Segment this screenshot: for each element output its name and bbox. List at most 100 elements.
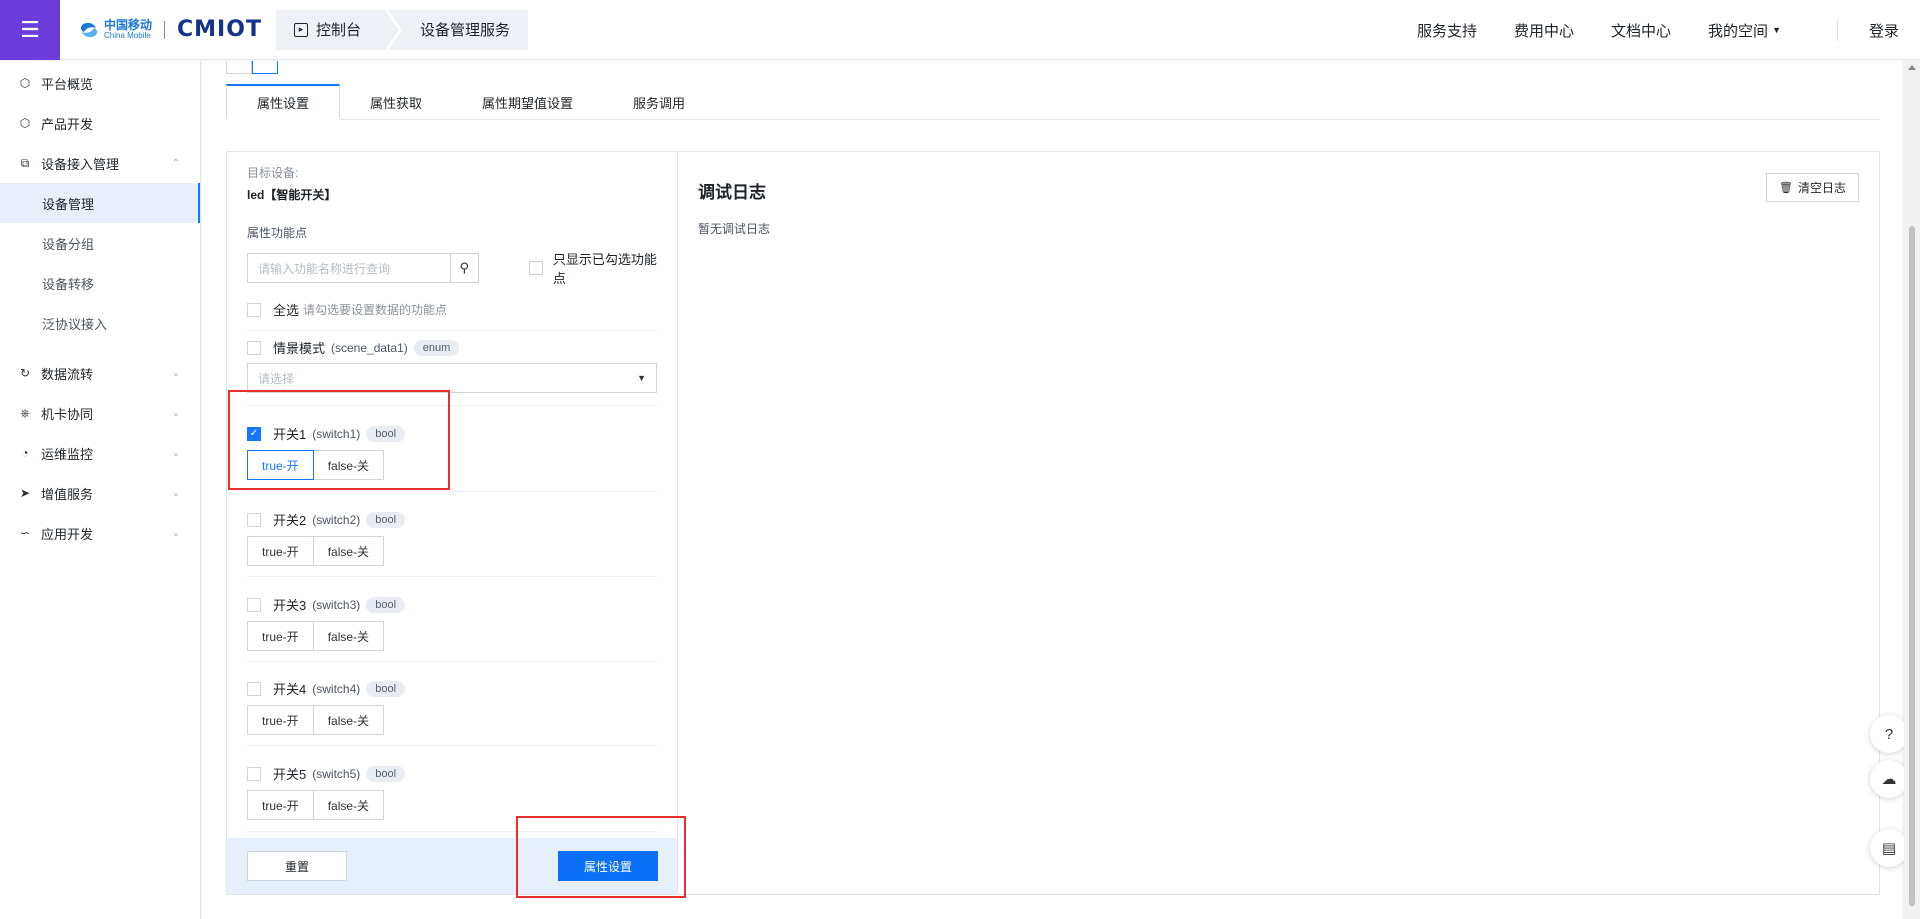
- sidebar-sub-device-group[interactable]: 设备分组: [0, 223, 200, 263]
- sidebar-item-label: 数据流转: [41, 366, 94, 382]
- device-access-icon: ⧉: [20, 155, 30, 170]
- console-icon: ▸: [293, 22, 308, 37]
- chevron-down-icon: ⌄: [171, 367, 180, 379]
- sidebar-item-device-access[interactable]: ⧉ 设备接入管理 ⌃: [0, 143, 200, 183]
- sidebar-item-app-dev[interactable]: ∽ 应用开发 ⌄: [0, 513, 200, 553]
- caret-down-icon: ▼: [1772, 25, 1781, 35]
- cloud-upload-icon[interactable]: ☁: [1870, 760, 1908, 798]
- sidebar-item-ops-monitor[interactable]: ◔ 运维监控 ⌄: [0, 433, 200, 473]
- bool-toggle-group: true-开 false-关: [247, 450, 657, 480]
- main-content: 属性设置 属性获取 属性期望值设置 服务调用 目标设备: led【智能开关】 属…: [202, 61, 1902, 919]
- property-set-panel: 目标设备: led【智能开关】 属性功能点 请输入功能名称进行查询 ⚲ 只显示已…: [226, 151, 678, 895]
- nav-docs[interactable]: 文档中心: [1611, 20, 1671, 41]
- property-list[interactable]: 目标设备: led【智能开关】 属性功能点 请输入功能名称进行查询 ⚲ 只显示已…: [227, 152, 677, 836]
- sidebar-item-data-flow[interactable]: ↻ 数据流转 ⌄: [0, 353, 200, 393]
- false-option-button[interactable]: false-关: [313, 621, 385, 651]
- property-checkbox[interactable]: [247, 340, 261, 355]
- property-item: 开关4 (switch4) bool true-开 false-关: [247, 662, 657, 746]
- breadcrumb-current[interactable]: 设备管理服务: [387, 9, 528, 50]
- tab-property-set[interactable]: 属性设置: [226, 84, 341, 120]
- login-link[interactable]: 登录: [1869, 20, 1899, 41]
- nav-my-space[interactable]: 我的空间 ▼: [1708, 20, 1781, 41]
- false-option-button[interactable]: false-关: [313, 536, 385, 566]
- tab-property-get[interactable]: 属性获取: [340, 84, 452, 120]
- sidebar-item-label: 设备接入管理: [41, 156, 120, 172]
- chevron-down-icon: ⌄: [171, 527, 180, 539]
- scroll-up-arrow[interactable]: [1908, 65, 1916, 70]
- select-all-row: 全选 请勾选要设置数据的功能点: [247, 287, 657, 331]
- log-empty-text: 暂无调试日志: [698, 222, 771, 236]
- true-option-button[interactable]: true-开: [247, 621, 314, 651]
- property-id: (switch2): [312, 512, 361, 527]
- sidebar-sub-device-transfer[interactable]: 设备转移: [0, 263, 200, 303]
- false-option-button[interactable]: false-关: [313, 450, 385, 480]
- select-all-checkbox[interactable]: [247, 302, 261, 317]
- property-checkbox[interactable]: [247, 681, 261, 696]
- reset-button[interactable]: 重置: [247, 851, 347, 881]
- debug-log-panel: 调试日志 🗑 清空日志 暂无调试日志: [677, 151, 1880, 895]
- property-type-tag: bool: [366, 425, 406, 442]
- true-option-button[interactable]: true-开: [247, 450, 314, 480]
- sidebar-sub-generic-protocol[interactable]: 泛协议接入: [0, 303, 200, 343]
- check-icon[interactable]: ✓: [247, 426, 261, 441]
- sidebar-item-overview[interactable]: ⬡ 平台概览: [0, 63, 200, 103]
- false-option-button[interactable]: false-关: [313, 705, 385, 735]
- clear-log-button[interactable]: 🗑 清空日志: [1766, 173, 1859, 202]
- sidebar-sub-device-management[interactable]: 设备管理: [0, 183, 200, 223]
- func-search-input[interactable]: 请输入功能名称进行查询: [247, 253, 450, 283]
- breadcrumb-console[interactable]: ▸ 控制台: [275, 9, 402, 50]
- scrolled-subtab-1[interactable]: [226, 61, 252, 74]
- property-type-tag: bool: [366, 596, 406, 613]
- property-name: 开关3: [273, 598, 307, 613]
- show-checked-checkbox[interactable]: [528, 261, 543, 275]
- clear-log-label: 清空日志: [1797, 181, 1846, 195]
- bool-toggle-group: true-开 false-关: [247, 621, 657, 651]
- property-id: (switch5): [312, 766, 361, 781]
- nav-billing[interactable]: 费用中心: [1514, 20, 1574, 41]
- search-icon[interactable]: ⚲: [449, 253, 479, 283]
- chevron-down-icon: ⌄: [171, 407, 180, 419]
- false-option-button[interactable]: false-关: [313, 790, 385, 820]
- overview-icon: ⬡: [19, 76, 31, 90]
- property-id: (switch1): [312, 426, 361, 441]
- nav-support[interactable]: 服务支持: [1417, 20, 1477, 41]
- china-mobile-logo: 中国移动 China Mobile: [78, 19, 152, 41]
- sidebar-item-label: 增值服务: [41, 486, 94, 502]
- select-placeholder: 请选择: [258, 371, 295, 386]
- help-icon[interactable]: ?: [1870, 715, 1908, 753]
- scrollbar-thumb[interactable]: [1909, 226, 1915, 906]
- property-checkbox[interactable]: [247, 766, 261, 781]
- tab-service-call[interactable]: 服务调用: [603, 84, 715, 120]
- breadcrumb: ▸ 控制台 设备管理服务: [275, 9, 528, 50]
- property-id: (switch3): [312, 597, 361, 612]
- sidebar-item-value-added[interactable]: ➤ 增值服务 ⌄: [0, 473, 200, 513]
- property-set-button[interactable]: 属性设置: [558, 851, 658, 881]
- property-item: ✓ 开关1 (switch1) bool true-开 false-关: [247, 406, 657, 492]
- show-checked-toggle[interactable]: 只显示已勾选功能点: [528, 249, 657, 287]
- tab-property-desired[interactable]: 属性期望值设置: [452, 84, 603, 120]
- property-item: 情景模式 (scene_data1) enum 请选择 ▼: [247, 331, 657, 406]
- property-checkbox[interactable]: [247, 597, 261, 612]
- cmiot-logo: CMIOT: [177, 17, 262, 42]
- bool-toggle-group: true-开 false-关: [247, 536, 657, 566]
- scene-mode-select[interactable]: 请选择 ▼: [247, 363, 657, 393]
- true-option-button[interactable]: true-开: [247, 705, 314, 735]
- menu-icon[interactable]: ☰: [0, 0, 60, 60]
- sidebar-item-card-coop[interactable]: ⎈ 机卡协同 ⌄: [0, 393, 200, 433]
- property-name: 开关2: [273, 513, 307, 528]
- caret-down-icon: ▼: [637, 373, 646, 383]
- property-name: 开关1: [273, 427, 307, 442]
- logo[interactable]: 中国移动 China Mobile CMIOT: [78, 17, 262, 42]
- true-option-button[interactable]: true-开: [247, 790, 314, 820]
- true-option-button[interactable]: true-开: [247, 536, 314, 566]
- property-checkbox[interactable]: [247, 512, 261, 527]
- app-dev-icon: ∽: [19, 526, 31, 540]
- chevron-up-icon: ⌃: [171, 157, 180, 169]
- logo-zh: 中国移动: [104, 18, 153, 32]
- page-scrollbar[interactable]: [1904, 61, 1920, 919]
- scrolled-subtab-2[interactable]: [252, 61, 278, 74]
- minimize-icon[interactable]: ▤: [1870, 829, 1908, 867]
- card-coop-icon: ⎈: [20, 405, 30, 420]
- sidebar-item-product-dev[interactable]: ⬡ 产品开发: [0, 103, 200, 143]
- property-name: 情景模式: [273, 341, 326, 356]
